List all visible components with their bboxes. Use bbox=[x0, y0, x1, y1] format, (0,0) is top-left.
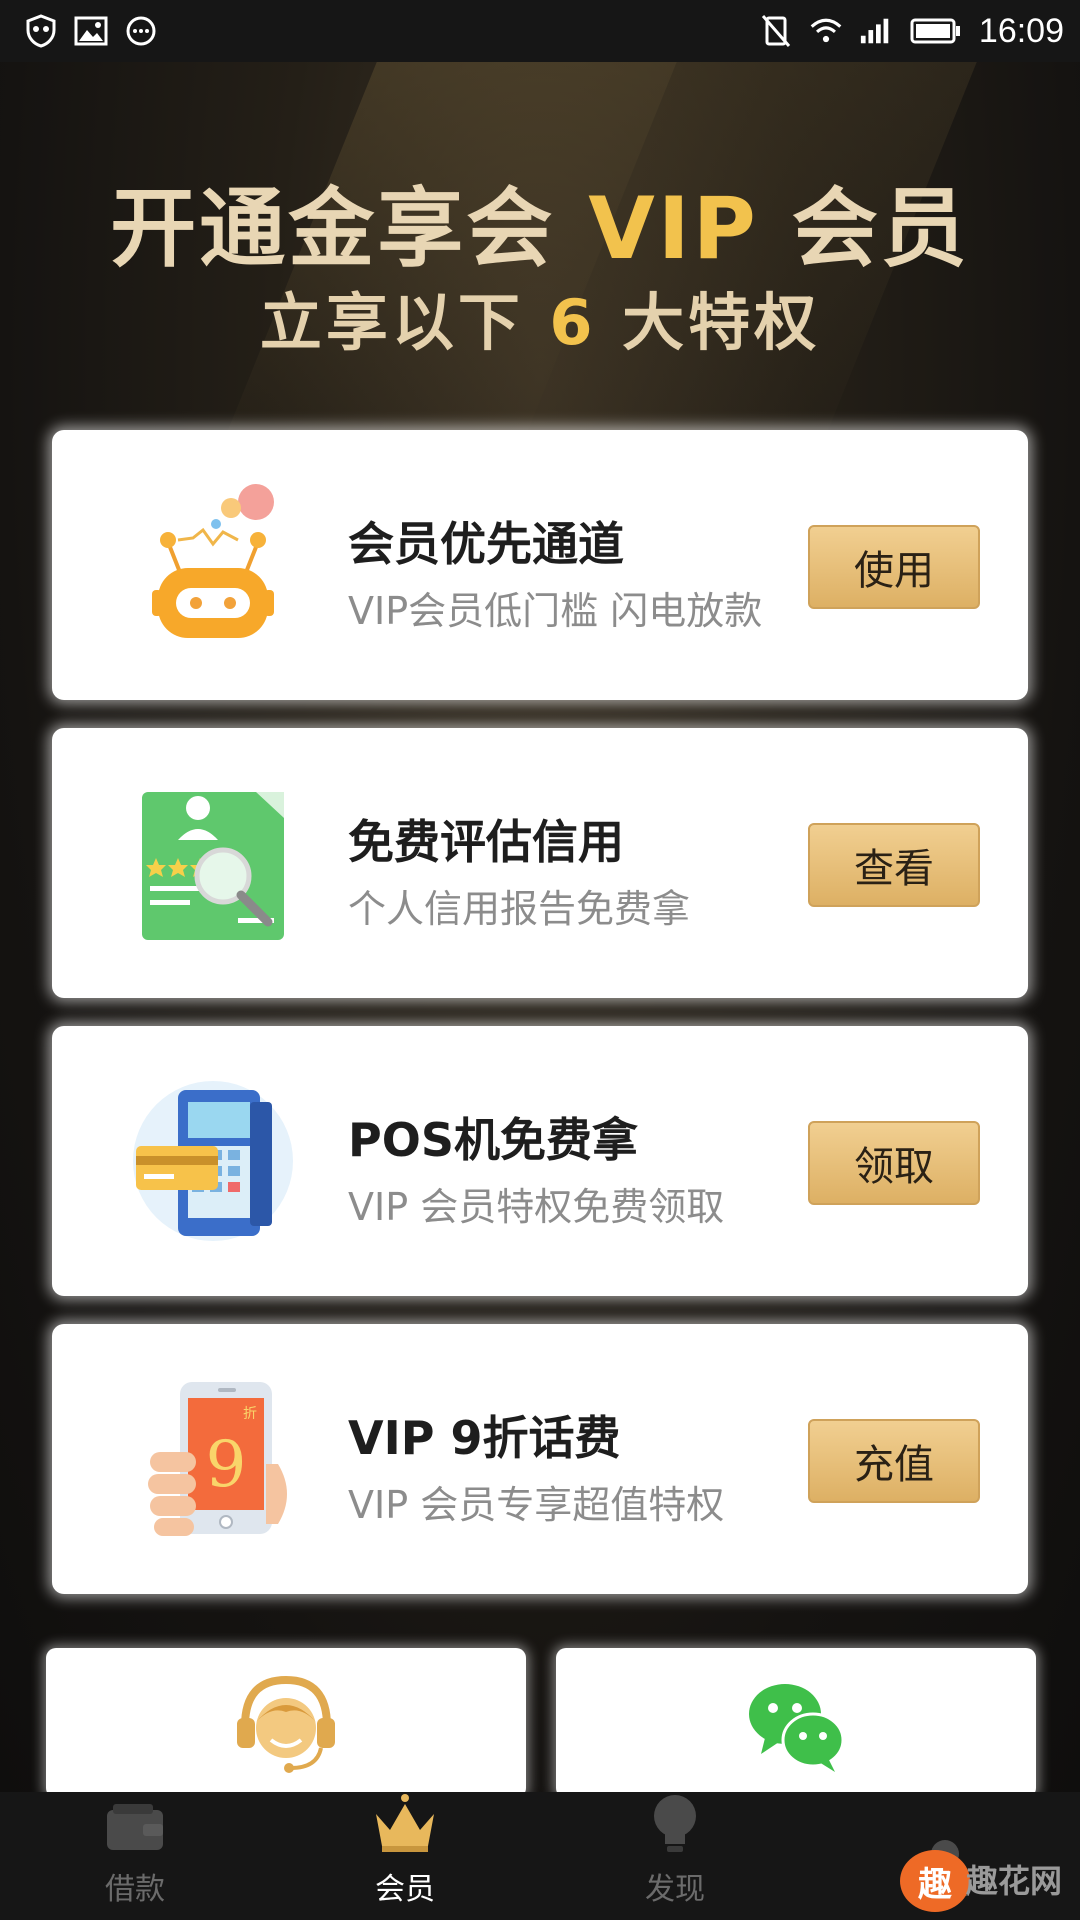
status-left-icons bbox=[24, 14, 158, 48]
crown-icon bbox=[372, 1792, 438, 1858]
wechat-card[interactable] bbox=[556, 1648, 1036, 1798]
status-bar: 16:09 bbox=[0, 0, 1080, 62]
credit-report-icon bbox=[128, 778, 298, 948]
wechat-icon bbox=[741, 1668, 851, 1798]
image-icon bbox=[74, 14, 108, 48]
hero-title-vip: VIP bbox=[588, 179, 759, 279]
nav-item-loan[interactable]: 借款 bbox=[0, 1792, 270, 1920]
privilege-card-pos: POS机免费拿 VIP 会员特权免费领取 领取 bbox=[52, 1026, 1028, 1296]
card-title: 免费评估信用 bbox=[348, 815, 624, 869]
card-title: VIP 9折话费 bbox=[348, 1411, 621, 1465]
card-description: 个人信用报告免费拿 bbox=[348, 887, 691, 931]
privilege-card-credit: 免费评估信用 个人信用报告免费拿 查看 bbox=[52, 728, 1028, 998]
watermark-text: 趣花网 bbox=[966, 1862, 1063, 1900]
hero-subtitle-number: 6 bbox=[549, 286, 597, 359]
nav-label: 会员 bbox=[375, 1872, 435, 1907]
card-title: POS机免费拿 bbox=[348, 1113, 638, 1167]
nav-label: 借款 bbox=[105, 1872, 165, 1907]
hero-subtitle: 立享以下 6 大特权 bbox=[0, 272, 1080, 362]
status-time: 16:09 bbox=[978, 11, 1064, 50]
phone-recharge-icon: 9 折 bbox=[128, 1374, 298, 1544]
privilege-card-phone: 9 折 VIP 9折话费 VIP 会员专享超值特权 充值 bbox=[52, 1324, 1028, 1594]
card-title: 会员优先通道 bbox=[348, 517, 624, 571]
battery-icon bbox=[909, 14, 963, 48]
nav-label: 发现 bbox=[645, 1872, 705, 1907]
use-button[interactable]: 使用 bbox=[808, 525, 980, 609]
recharge-button[interactable]: 充值 bbox=[808, 1419, 980, 1503]
hero-title-prefix: 开通金享会 bbox=[110, 179, 556, 279]
privilege-card-priority: 会员优先通道 VIP会员低门槛 闪电放款 使用 bbox=[52, 430, 1028, 700]
wifi-icon bbox=[809, 14, 843, 48]
card-description: VIP 会员特权免费领取 bbox=[348, 1185, 725, 1229]
signal-icon bbox=[859, 14, 893, 48]
view-button[interactable]: 查看 bbox=[808, 823, 980, 907]
wallet-icon bbox=[103, 1800, 167, 1858]
customer-service-card[interactable] bbox=[46, 1648, 526, 1798]
card-description: VIP 会员专享超值特权 bbox=[348, 1483, 725, 1527]
claim-button[interactable]: 领取 bbox=[808, 1121, 980, 1205]
nav-item-member[interactable]: 会员 bbox=[270, 1792, 540, 1920]
hero-subtitle-suffix: 大特权 bbox=[622, 286, 821, 359]
svg-text:折: 折 bbox=[243, 1406, 257, 1422]
hero-subtitle-prefix: 立享以下 bbox=[259, 286, 524, 359]
card-description: VIP会员低门槛 闪电放款 bbox=[348, 589, 763, 633]
shield-icon bbox=[24, 14, 58, 48]
no-sim-icon bbox=[759, 14, 793, 48]
robot-icon bbox=[128, 480, 298, 650]
lightbulb-icon bbox=[648, 1792, 702, 1858]
svg-text:9: 9 bbox=[206, 1428, 247, 1502]
hero-title: 开通金享会 VIP 会员 bbox=[0, 158, 1080, 283]
pos-machine-icon bbox=[128, 1076, 298, 1246]
customer-service-icon bbox=[231, 1668, 341, 1798]
watermark-badge: 趣 bbox=[900, 1850, 970, 1912]
hero-title-suffix: 会员 bbox=[791, 179, 970, 279]
nav-item-discover[interactable]: 发现 bbox=[540, 1792, 810, 1920]
chat-bubble-icon bbox=[124, 14, 158, 48]
status-right-icons: 16:09 bbox=[759, 12, 1064, 51]
